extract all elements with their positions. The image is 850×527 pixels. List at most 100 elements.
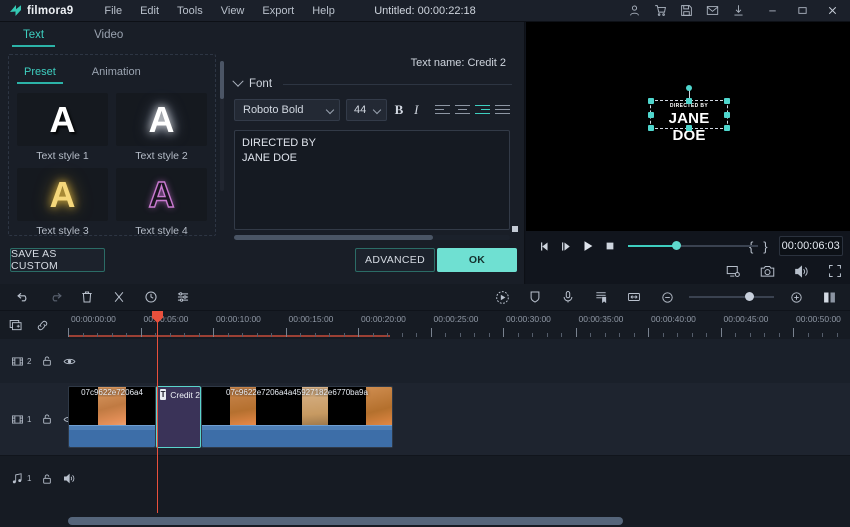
tab-video[interactable]: Video — [83, 25, 134, 47]
cart-icon[interactable] — [654, 4, 667, 17]
resize-handle-tc[interactable] — [686, 98, 692, 104]
resize-handle-bc[interactable] — [686, 125, 692, 131]
settings-button[interactable] — [172, 286, 194, 308]
bold-button[interactable]: B — [393, 101, 404, 119]
italic-button[interactable]: I — [411, 101, 422, 119]
play-button[interactable] — [578, 234, 599, 258]
microphone-icon[interactable] — [557, 286, 579, 308]
text-style-2[interactable]: A Text style 2 — [116, 93, 207, 162]
save-icon[interactable] — [680, 4, 693, 17]
add-track-icon[interactable] — [9, 318, 23, 332]
align-right-button[interactable] — [474, 104, 490, 117]
fit-timeline-icon[interactable] — [623, 286, 645, 308]
text-area-scrollbar[interactable] — [234, 235, 510, 240]
advanced-button[interactable]: ADVANCED — [355, 248, 435, 272]
ok-button[interactable]: OK — [437, 248, 517, 272]
resize-handle-mr[interactable] — [724, 111, 730, 118]
video-track-1-body[interactable]: 07c9622e7206a4 T Credit 2 07c9622e7206a4… — [68, 383, 850, 455]
text-style-4[interactable]: A Text style 4 — [116, 168, 207, 237]
link-icon[interactable] — [36, 319, 49, 332]
minimize-button[interactable] — [766, 4, 779, 17]
lock-icon[interactable] — [41, 355, 53, 367]
stop-button[interactable] — [599, 234, 620, 258]
timeline-ruler[interactable]: 00:00:00:00 00:00:05:00 00:00:10:00 00:00:1… — [68, 311, 850, 339]
font-family-select[interactable]: Roboto Bold — [234, 99, 341, 121]
marker-icon[interactable] — [590, 286, 612, 308]
resize-handle-bl[interactable] — [648, 125, 654, 131]
mail-icon[interactable] — [706, 4, 719, 17]
font-size-select[interactable]: 44 — [346, 99, 388, 121]
volume-icon[interactable] — [794, 264, 809, 279]
close-button[interactable] — [826, 4, 839, 17]
zoom-in-icon[interactable] — [785, 286, 807, 308]
timeline-zoom-slider[interactable] — [689, 290, 774, 304]
align-justify-button[interactable] — [494, 104, 510, 117]
menu-edit[interactable]: Edit — [131, 2, 168, 20]
slider-knob[interactable] — [672, 241, 682, 250]
resize-handle-tl[interactable] — [648, 98, 654, 104]
timeline-horizontal-scrollbar[interactable] — [68, 517, 850, 525]
display-settings-icon[interactable] — [726, 264, 741, 279]
ruler-tick-minor — [706, 333, 707, 337]
redo-button[interactable] — [44, 286, 66, 308]
undo-button[interactable] — [12, 286, 34, 308]
timeline-playhead[interactable] — [157, 339, 158, 513]
speed-button[interactable] — [140, 286, 162, 308]
video-preview-stage[interactable]: DIRECTED BY JANE DOE — [526, 22, 850, 231]
menu-view[interactable]: View — [212, 2, 254, 20]
ruler-label: 00:00:35:00 — [578, 314, 624, 324]
preview-timecode[interactable]: 00:00:06:03 — [778, 236, 843, 256]
video-clip-1[interactable]: 07c9622e7206a4 — [68, 386, 156, 448]
resize-handle-br[interactable] — [724, 125, 730, 131]
text-area-scrollbar-thumb[interactable] — [234, 235, 433, 240]
snapshot-icon[interactable] — [760, 264, 775, 279]
text-style-3[interactable]: A Text style 3 — [17, 168, 108, 237]
split-view-icon[interactable] — [818, 286, 840, 308]
timeline-scrollbar-thumb[interactable] — [68, 517, 623, 525]
menu-export[interactable]: Export — [253, 2, 303, 20]
fullscreen-icon[interactable] — [828, 264, 842, 278]
video-track-2-body[interactable] — [68, 339, 850, 383]
download-icon[interactable] — [732, 4, 745, 17]
clip-audio-strip — [69, 425, 155, 447]
preset-scrollbar-thumb[interactable] — [220, 61, 224, 99]
crop-mask-icon[interactable] — [524, 286, 546, 308]
panel-resize-grip[interactable] — [512, 226, 518, 232]
subtab-preset[interactable]: Preset — [17, 63, 63, 84]
delete-button[interactable] — [76, 286, 98, 308]
playback-volume-slider[interactable] — [628, 239, 759, 253]
audio-track-1-body[interactable] — [68, 456, 850, 501]
lock-icon[interactable] — [41, 473, 53, 485]
menu-tools[interactable]: Tools — [168, 2, 212, 20]
subtab-animation[interactable]: Animation — [85, 63, 148, 84]
rotation-handle[interactable] — [686, 85, 692, 91]
split-button[interactable] — [108, 286, 130, 308]
text-style-1[interactable]: A Text style 1 — [17, 93, 108, 162]
align-center-button[interactable] — [454, 104, 470, 117]
text-style-3-thumb: A — [17, 168, 108, 221]
lock-icon[interactable] — [41, 413, 53, 425]
record-voiceover-icon[interactable] — [491, 286, 513, 308]
menu-file[interactable]: File — [95, 2, 131, 20]
text-overlay-selection[interactable]: DIRECTED BY JANE DOE — [648, 85, 730, 144]
maximize-button[interactable] — [796, 4, 809, 17]
save-as-custom-button[interactable]: SAVE AS CUSTOM — [10, 248, 105, 272]
ruler-tick-minor — [155, 333, 156, 337]
align-left-button[interactable] — [434, 104, 450, 117]
text-content-input[interactable]: DIRECTED BY JANE DOE — [234, 130, 510, 230]
zoom-out-icon[interactable] — [656, 286, 678, 308]
next-frame-button[interactable] — [556, 234, 577, 258]
text-clip-credit-2[interactable]: T Credit 2 — [156, 386, 201, 448]
resize-handle-tr[interactable] — [724, 98, 730, 104]
menu-help[interactable]: Help — [303, 2, 344, 20]
tab-text[interactable]: Text — [12, 25, 56, 47]
font-section-header[interactable]: Font — [228, 69, 516, 90]
prev-frame-button[interactable] — [535, 234, 556, 258]
account-icon[interactable] — [628, 4, 641, 17]
video-clip-2[interactable]: 07c9622e7206a4a459271​82e6770ba9a — [201, 386, 393, 448]
timeline-ruler-row: 00:00:00:00 00:00:05:00 00:00:10:00 00:00:1… — [0, 311, 850, 339]
mark-out-button[interactable]: } — [758, 239, 772, 254]
zoom-slider-knob[interactable] — [745, 292, 754, 301]
preset-scrollbar[interactable] — [220, 61, 224, 191]
resize-handle-ml[interactable] — [648, 111, 654, 118]
